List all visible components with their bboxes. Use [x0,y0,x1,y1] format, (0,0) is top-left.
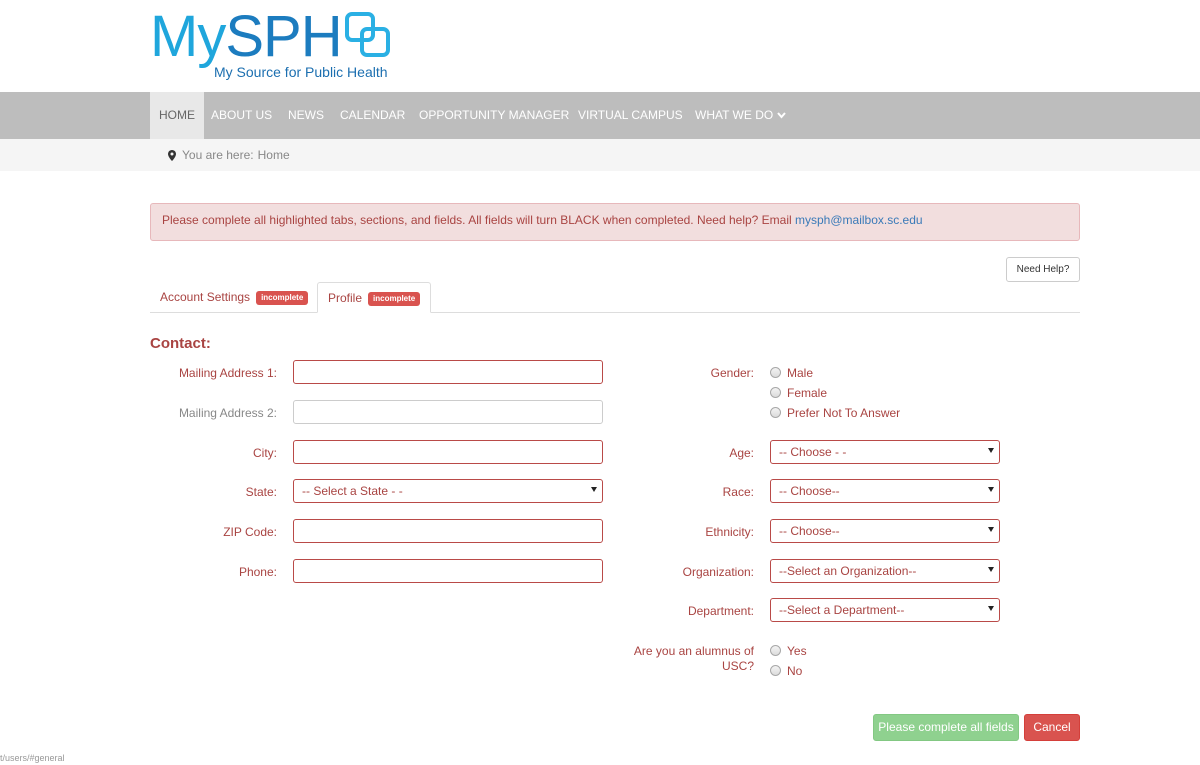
nav-what-we-do-label: WHAT WE DO [695,108,774,122]
race-select-value: -- Choose-- [779,484,840,498]
radio-button[interactable] [770,665,781,677]
dropdown-caret-icon [988,448,994,453]
state-select-value: -- Select a State - - [302,484,403,498]
ethnicity-select-value: -- Choose-- [779,524,840,538]
help-email-link[interactable]: mysph@mailbox.sc.edu [795,213,923,227]
organization-select-value: --Select an Organization-- [779,564,917,578]
zip-code-label: ZIP Code: [223,525,277,539]
alumnus-no-label: No [787,663,803,678]
radio-button[interactable] [770,407,781,419]
alumnus-option-no[interactable]: No [770,663,802,679]
tab-account-settings[interactable]: Account Settings incomplete [150,282,318,313]
state-select[interactable]: -- Select a State - - [293,479,603,503]
incomplete-badge: incomplete [256,291,309,305]
map-marker-icon [168,150,176,162]
gender-female-label: Female [787,385,828,400]
breadcrumb-bar: You are here: Home [0,139,1200,171]
incomplete-alert: Please complete all highlighted tabs, se… [150,203,1080,241]
nav-opportunity-manager[interactable]: OPPORTUNITY MANAGER [410,92,578,139]
radio-button[interactable] [770,387,781,399]
breadcrumb-home[interactable]: Home [258,148,290,162]
gender-option-female[interactable]: Female [770,385,827,401]
alumnus-label: Are you an alumnus of USC? [634,644,754,674]
main-navbar: HOME ABOUT US NEWS CALENDAR OPPORTUNITY … [0,92,1200,139]
status-bar-url: t/users/#general [0,753,65,763]
dropdown-caret-icon [988,567,994,572]
mailing-address-1-input[interactable] [293,360,603,384]
radio-button[interactable] [770,645,781,657]
phone-label: Phone: [238,565,277,579]
submit-button[interactable]: Please complete all fields [873,714,1019,741]
ethnicity-label: Ethnicity: [705,525,754,539]
alumnus-option-yes[interactable]: Yes [770,643,807,659]
gender-prefer-not-label: Prefer Not To Answer [787,405,901,420]
mailing-address-2-input[interactable] [293,400,603,424]
ethnicity-select[interactable]: -- Choose-- [770,519,1000,543]
organization-label: Organization: [682,565,754,579]
age-select-value: -- Choose - - [779,445,847,459]
organization-select[interactable]: --Select an Organization-- [770,559,1000,583]
mailing-address-2-label: Mailing Address 2: [178,406,277,420]
city-label: City: [253,446,277,460]
alumnus-label-line2: USC? [721,659,754,673]
need-help-button[interactable]: Need Help? [1006,257,1080,282]
logo-my: My [150,4,226,69]
tagline-source: My Source [214,64,281,80]
nav-home[interactable]: HOME [150,92,204,139]
gender-option-male[interactable]: Male [770,365,813,381]
breadcrumb: You are here: Home [168,139,290,171]
alumnus-yes-label: Yes [787,643,807,658]
incomplete-badge: incomplete [368,292,421,306]
nav-news[interactable]: NEWS [279,92,333,139]
department-label: Department: [687,604,754,618]
logo-tagline: My Source for Public Health [214,64,388,80]
site-logo[interactable]: MySPH My Source for Public Health [150,8,400,82]
age-label: Age: [729,446,754,460]
age-select[interactable]: -- Choose - - [770,440,1000,464]
nav-what-we-do[interactable]: WHAT WE DO [686,92,795,139]
alumnus-label-line1: Are you an alumnus of [633,644,754,658]
nav-virtual-campus[interactable]: VIRTUAL CAMPUS [569,92,692,139]
state-label: State: [245,485,277,499]
dropdown-caret-icon [988,606,994,611]
contact-section-title: Contact: [150,335,211,352]
department-select-value: --Select a Department-- [779,603,905,617]
tagline-public-health: for Public Health [280,64,388,80]
alert-message: Please complete all highlighted tabs, se… [162,213,796,227]
logo-sph: SPH [225,4,342,69]
gender-male-label: Male [787,365,814,380]
gender-label: Gender: [710,366,754,380]
mailing-address-1-label: Mailing Address 1: [178,366,277,380]
race-select[interactable]: -- Choose-- [770,479,1000,503]
tab-account-settings-label: Account Settings [160,290,251,304]
chevron-down-icon [777,112,786,119]
dropdown-caret-icon [591,487,597,492]
gender-option-prefer-not[interactable]: Prefer Not To Answer [770,405,900,421]
logo-wordmark: MySPH [150,8,343,66]
race-label: Race: [722,485,754,499]
radio-button[interactable] [770,367,781,379]
tab-profile[interactable]: Profile incomplete [317,282,432,313]
zip-code-input[interactable] [293,519,603,543]
department-select[interactable]: --Select a Department-- [770,598,1000,622]
cancel-button[interactable]: Cancel [1024,714,1080,741]
city-input[interactable] [293,440,603,464]
tab-profile-label: Profile [328,291,363,305]
nav-calendar[interactable]: CALENDAR [331,92,414,139]
dropdown-caret-icon [988,487,994,492]
nav-about-us[interactable]: ABOUT US [202,92,281,139]
phone-input[interactable] [293,559,603,583]
logo-squares-icon [345,12,390,57]
breadcrumb-prefix: You are here: [182,148,254,162]
dropdown-caret-icon [988,527,994,532]
